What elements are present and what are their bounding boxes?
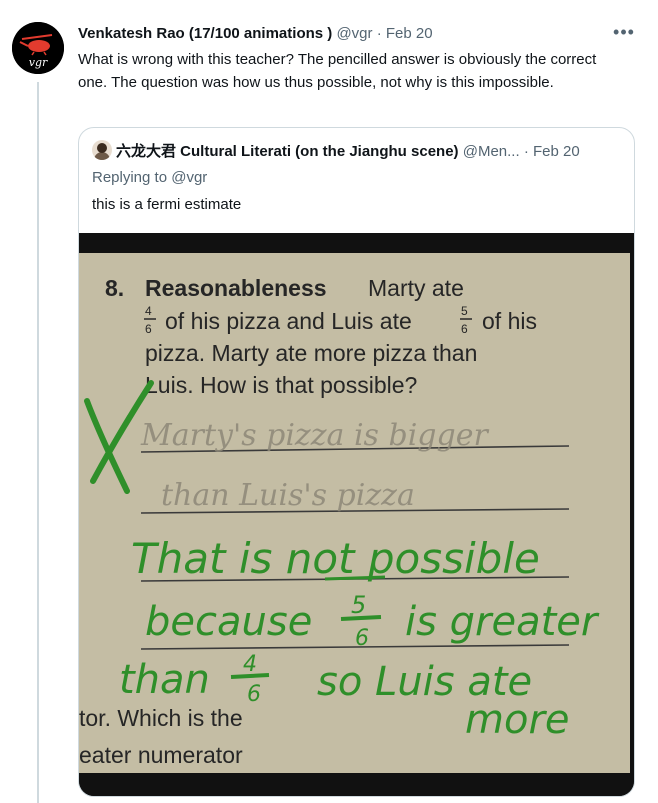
quoted-avatar[interactable] bbox=[92, 140, 112, 160]
tweet-header: Venkatesh Rao (17/100 animations ) @vgr … bbox=[78, 24, 598, 44]
green-fraction2-denominator: 6 bbox=[247, 682, 261, 707]
quoted-tweet[interactable]: 六龙大君 Cultural Literati (on the Jianghu s… bbox=[78, 127, 635, 797]
question-title: Reasonableness bbox=[145, 275, 327, 301]
bottom-text-line1: tor. Which is the bbox=[79, 705, 243, 731]
quoted-header: 六龙大君 Cultural Literati (on the Jianghu s… bbox=[92, 140, 622, 162]
quoted-author-name[interactable]: 六龙大君 Cultural Literati (on the Jianghu s… bbox=[116, 143, 459, 160]
tweet-text: What is wrong with this teacher? The pen… bbox=[78, 51, 597, 91]
question-line4: Luis. How is that possible? bbox=[145, 372, 417, 398]
tweet-date[interactable]: Feb 20 bbox=[386, 25, 433, 42]
green-fraction-denominator: 6 bbox=[355, 626, 369, 651]
green-answer-because: because bbox=[145, 599, 312, 645]
fraction-b-numerator: 5 bbox=[461, 304, 468, 318]
green-answer-more: more bbox=[465, 697, 570, 743]
green-answer-is-greater: is greater bbox=[405, 599, 600, 645]
question-line2-end: of his bbox=[482, 308, 537, 334]
author-name[interactable]: Venkatesh Rao (17/100 animations ) bbox=[78, 25, 332, 42]
question-line3: pizza. Marty ate more pizza than bbox=[145, 340, 477, 366]
author-handle[interactable]: @vgr bbox=[336, 25, 372, 42]
quoted-text: this is a fermi estimate bbox=[92, 196, 242, 213]
green-answer-than: than bbox=[119, 657, 210, 703]
replying-to: Replying to @vgr bbox=[92, 168, 207, 188]
fraction-a-numerator: 4 bbox=[145, 304, 152, 318]
replying-label: Replying to bbox=[92, 169, 168, 186]
separator-dot: · bbox=[523, 143, 529, 160]
green-answer-line1: That is not possible bbox=[131, 534, 540, 583]
worksheet-photo[interactable]: 8. Reasonableness Marty ate 4 6 of his p… bbox=[79, 233, 634, 796]
quoted-author-handle[interactable]: @Men... bbox=[463, 143, 520, 160]
question-line2: of his pizza and Luis ate bbox=[165, 308, 412, 334]
replying-handle-link[interactable]: @vgr bbox=[171, 169, 207, 186]
author-avatar[interactable]: vgr bbox=[12, 22, 64, 74]
svg-text:vgr: vgr bbox=[29, 56, 48, 69]
more-options-icon[interactable]: ••• bbox=[612, 20, 636, 44]
pencil-answer-line1: Marty's pizza is bigger bbox=[140, 418, 489, 453]
bottom-text-line2: eater numerator bbox=[79, 742, 243, 768]
pencil-answer-line2: than Luis's pizza bbox=[161, 478, 415, 513]
fraction-b-denominator: 6 bbox=[461, 322, 468, 336]
worksheet-image: 8. Reasonableness Marty ate 4 6 of his p… bbox=[79, 233, 634, 796]
separator-dot: · bbox=[376, 25, 382, 42]
green-fraction-numerator: 5 bbox=[351, 591, 366, 619]
quoted-date[interactable]: Feb 20 bbox=[533, 143, 580, 160]
question-number: 8. bbox=[105, 275, 124, 301]
fraction-a-denominator: 6 bbox=[145, 322, 152, 336]
helicopter-logo-icon: vgr bbox=[12, 22, 64, 74]
question-line1: Marty ate bbox=[368, 275, 464, 301]
green-fraction2-numerator: 4 bbox=[243, 652, 257, 677]
thread-line bbox=[37, 82, 39, 803]
